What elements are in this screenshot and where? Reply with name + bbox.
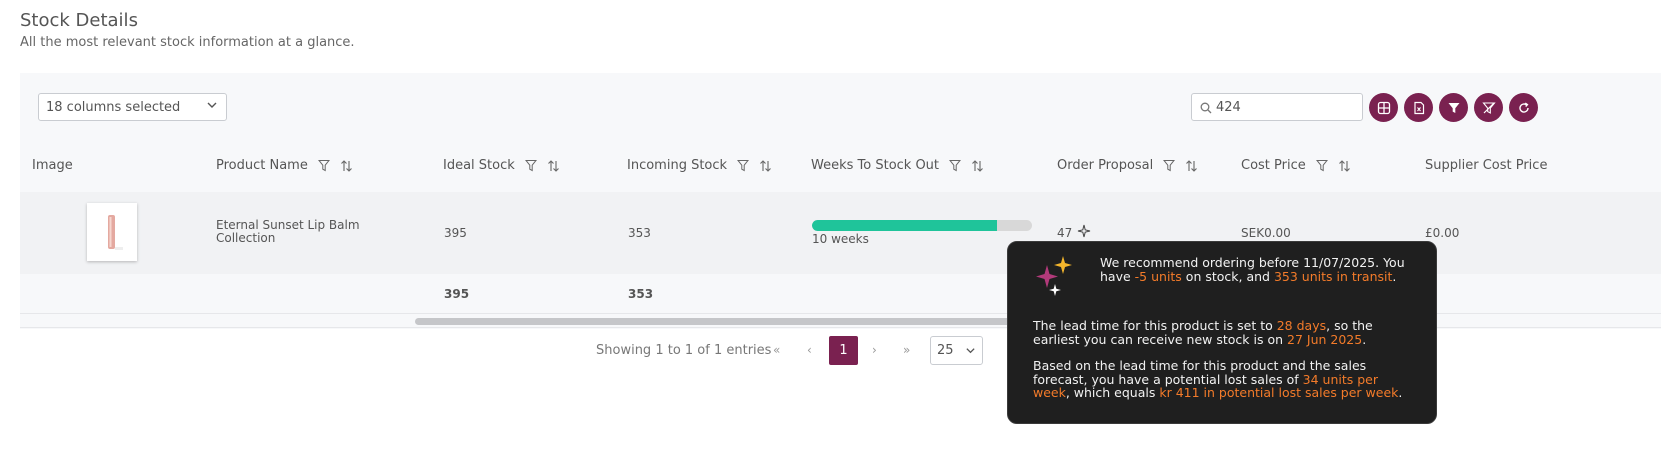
- per-page-select[interactable]: 25: [930, 336, 983, 365]
- total-incoming-stock: 353: [628, 287, 654, 301]
- sort-icon[interactable]: [340, 159, 353, 173]
- header-cost-price: Cost Price: [1241, 158, 1351, 173]
- weeks-progress-label: 10 weeks: [812, 232, 869, 246]
- columns-select[interactable]: 18 columns selected: [38, 93, 227, 121]
- cell-order-proposal: 47: [1057, 226, 1073, 240]
- export-excel-icon: [1413, 101, 1424, 114]
- filter-icon[interactable]: [737, 159, 750, 172]
- page-subtitle: All the most relevant stock information …: [20, 35, 355, 50]
- page-title: Stock Details: [20, 10, 138, 31]
- table-view-icon: [1377, 101, 1390, 114]
- pagination-info: Showing 1 to 1 of 1 entries: [596, 343, 772, 358]
- cell-product-name[interactable]: Eternal Sunset Lip Balm Collection: [216, 219, 396, 245]
- sort-icon[interactable]: [547, 159, 560, 173]
- columns-select-label: 18 columns selected: [46, 100, 181, 115]
- weeks-progress-fill: [812, 220, 997, 231]
- tooltip-paragraph-1: We recommend ordering before 11/07/2025.…: [1100, 255, 1405, 284]
- clear-filter-icon: [1481, 101, 1496, 114]
- export-excel-button[interactable]: [1404, 93, 1433, 122]
- filter-icon: [1448, 102, 1459, 113]
- header-weeks-to-stock-out: Weeks To Stock Out: [811, 158, 984, 173]
- sparkles-icon: [1036, 256, 1072, 296]
- sort-icon[interactable]: [1338, 159, 1351, 173]
- sort-icon[interactable]: [759, 159, 772, 173]
- header-image: Image: [32, 158, 73, 173]
- table-view-button[interactable]: [1369, 93, 1398, 122]
- weeks-progress-bar: [812, 220, 1032, 231]
- search-box[interactable]: [1191, 93, 1363, 121]
- chevron-down-icon: [207, 102, 217, 108]
- filter-icon[interactable]: [524, 159, 537, 172]
- filter-icon[interactable]: [949, 159, 962, 172]
- tooltip-paragraph-2: The lead time for this product is set to…: [1033, 318, 1373, 347]
- search-icon: [1200, 102, 1212, 114]
- header-supplier-cost-price: Supplier Cost Price: [1425, 158, 1548, 173]
- filter-icon[interactable]: [1315, 159, 1328, 172]
- header-incoming-stock: Incoming Stock: [627, 158, 772, 173]
- page-current-button[interactable]: 1: [829, 336, 858, 365]
- filter-icon[interactable]: [317, 159, 330, 172]
- filter-icon[interactable]: [1163, 159, 1176, 172]
- page-next-button[interactable]: ›: [872, 343, 877, 357]
- product-thumbnail: [87, 203, 137, 261]
- ai-sparkle-icon[interactable]: [1077, 224, 1091, 238]
- refresh-button[interactable]: [1509, 93, 1538, 122]
- filter-button[interactable]: [1439, 93, 1468, 122]
- page-first-button[interactable]: «: [773, 343, 780, 357]
- cell-ideal-stock: 395: [444, 226, 467, 240]
- header-product-name: Product Name: [216, 158, 353, 173]
- order-proposal-tooltip: We recommend ordering before 11/07/2025.…: [1007, 241, 1437, 424]
- search-input[interactable]: [1216, 98, 1356, 116]
- page-last-button[interactable]: »: [903, 343, 910, 357]
- header-order-proposal: Order Proposal: [1057, 158, 1198, 173]
- cell-cost-price: SEK0.00: [1241, 226, 1291, 240]
- refresh-icon: [1518, 101, 1529, 113]
- tooltip-paragraph-3: Based on the lead time for this product …: [1033, 358, 1403, 400]
- horizontal-scrollbar-thumb[interactable]: [415, 318, 1035, 325]
- header-ideal-stock: Ideal Stock: [443, 158, 560, 173]
- total-ideal-stock: 395: [444, 287, 470, 301]
- per-page-value: 25: [937, 343, 954, 358]
- clear-filter-button[interactable]: [1474, 93, 1503, 122]
- page-prev-button[interactable]: ‹: [807, 343, 812, 357]
- cell-supplier-cost-price: £0.00: [1425, 226, 1460, 240]
- chevron-down-icon: [966, 348, 975, 354]
- cell-incoming-stock: 353: [628, 226, 651, 240]
- sort-icon[interactable]: [1185, 159, 1198, 173]
- sort-icon[interactable]: [971, 159, 984, 173]
- lip-balm-image: [108, 215, 123, 250]
